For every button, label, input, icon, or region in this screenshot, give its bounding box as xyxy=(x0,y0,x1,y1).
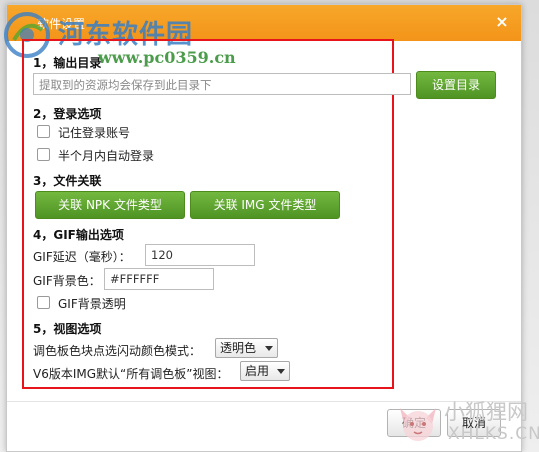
watermark2-site-name: 小狐狸网 xyxy=(444,400,528,424)
gif-delay-label: GIF延迟（毫秒）： xyxy=(33,250,131,264)
gif-bg-label: GIF背景色： xyxy=(33,274,101,288)
output-dir-input[interactable]: 提取到的资源均会保存到此目录下 xyxy=(33,73,411,95)
section-output-dir-heading: 1，输出目录 xyxy=(33,56,102,70)
gif-bg-input[interactable]: #FFFFFF xyxy=(104,268,214,290)
v6-view-value: 启用 xyxy=(245,364,270,378)
remember-login-label: 记住登录账号 xyxy=(58,126,131,140)
chevron-down-icon xyxy=(277,369,285,374)
auto-login-checkbox[interactable] xyxy=(37,148,50,161)
v6-view-label: V6版本IMG默认“所有调色板”视图： xyxy=(33,367,229,381)
section-file-assoc-heading: 3，文件关联 xyxy=(33,174,102,188)
close-icon[interactable]: × xyxy=(493,13,511,31)
gif-delay-input[interactable]: 120 xyxy=(145,244,255,266)
v6-view-select[interactable]: 启用 xyxy=(240,361,290,381)
palette-mode-select[interactable]: 透明色 xyxy=(215,338,278,358)
set-dir-button[interactable]: 设置目录 xyxy=(416,71,496,99)
auto-login-label: 半个月内自动登录 xyxy=(58,149,155,163)
section-login-heading: 2，登录选项 xyxy=(33,107,102,121)
palette-mode-value: 透明色 xyxy=(220,341,257,355)
section-view-heading: 5，视图选项 xyxy=(33,322,102,336)
fox-logo-icon xyxy=(400,408,436,441)
section-gif-heading: 4，GIF输出选项 xyxy=(33,228,124,242)
gif-transparent-checkbox[interactable] xyxy=(37,296,50,309)
gif-transparent-label: GIF背景透明 xyxy=(58,297,126,311)
assoc-img-button[interactable]: 关联 IMG 文件类型 xyxy=(190,191,340,219)
palette-mode-label: 调色板色块点选闪动颜色模式： xyxy=(33,344,202,358)
watermark2-url: XHLKS.CN xyxy=(448,424,539,444)
remember-login-checkbox[interactable] xyxy=(37,125,50,138)
assoc-npk-button[interactable]: 关联 NPK 文件类型 xyxy=(35,191,185,219)
chevron-down-icon xyxy=(265,346,273,351)
